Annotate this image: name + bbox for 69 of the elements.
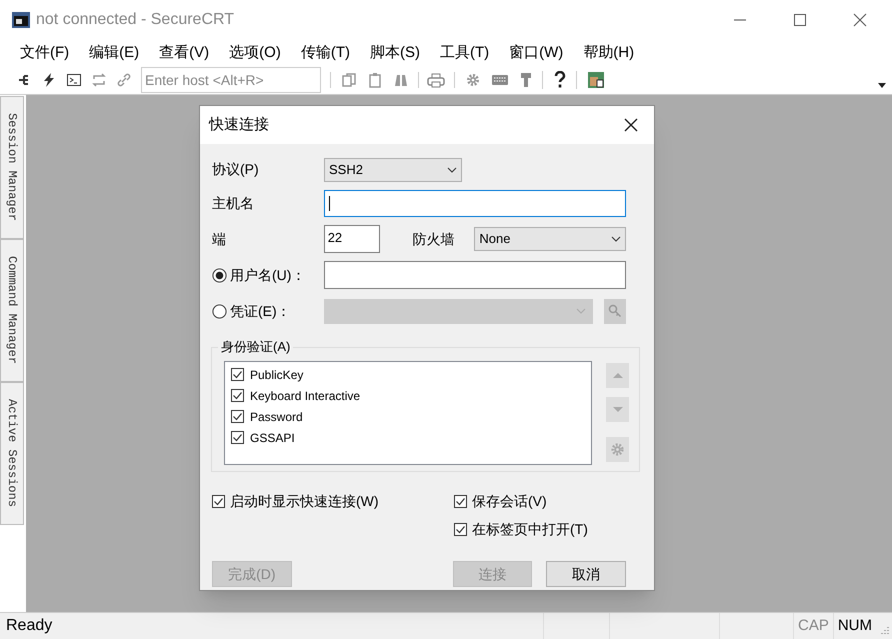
link-icon[interactable]	[116, 72, 132, 88]
chevron-down-icon	[576, 308, 586, 314]
list-item-label: Keyboard Interactive	[250, 388, 360, 404]
status-indicator: CAP	[792, 613, 833, 639]
maximize-icon[interactable]	[792, 12, 808, 28]
dialog-title: 快速连接	[209, 114, 269, 135]
side-tab[interactable]: Session Manager	[0, 96, 24, 239]
checked-checkbox[interactable]	[231, 431, 244, 444]
close-icon[interactable]	[852, 12, 868, 28]
checkbox-label: 启动时显示快速连接(W)	[230, 492, 379, 511]
menu-item[interactable]: 文件(F)	[20, 42, 70, 64]
checked-checkbox[interactable]	[454, 495, 467, 508]
radio-label: 凭证(E)：	[230, 302, 292, 321]
help-icon[interactable]	[553, 71, 567, 89]
checked-checkbox[interactable]	[231, 389, 244, 402]
firewall-dropdown[interactable]: None	[474, 227, 626, 251]
dropdown-caret-icon[interactable]	[878, 82, 886, 88]
list-item-label: GSSAPI	[250, 430, 295, 446]
checked-checkbox[interactable]	[454, 523, 467, 536]
hostname-label: 主机名	[212, 194, 255, 213]
copy-icon[interactable]	[341, 72, 357, 88]
gear-icon[interactable]	[465, 72, 481, 88]
hostname-field[interactable]	[324, 190, 626, 217]
menu-item[interactable]: 脚本(S)	[370, 42, 420, 64]
firewall-label: 防火墙	[412, 230, 456, 248]
host-field[interactable]: Enter host <Alt+R>	[141, 67, 321, 93]
menu-item[interactable]: 工具(T)	[440, 42, 490, 64]
radio-label: 用户名(U)：	[230, 266, 306, 285]
checked-checkbox[interactable]	[231, 368, 244, 381]
chevron-down-icon	[611, 236, 621, 242]
side-tab[interactable]: Command Manager	[0, 239, 24, 382]
terminal-icon[interactable]	[66, 72, 82, 88]
chevron-down-icon	[447, 166, 457, 172]
menu-item[interactable]: 查看(V)	[159, 42, 210, 64]
resize-grip-icon[interactable]	[878, 625, 890, 637]
close-icon[interactable]	[624, 118, 638, 132]
port-label: 端	[212, 230, 227, 248]
keyboard-icon[interactable]	[491, 73, 509, 87]
menu-item[interactable]: 窗口(W)	[509, 42, 564, 64]
selected-radio-button[interactable]	[212, 268, 227, 282]
port-field[interactable]: 22	[324, 225, 380, 253]
protocol-dropdown[interactable]: SSH2	[324, 158, 462, 182]
gear-icon	[610, 442, 625, 457]
username-field[interactable]	[324, 261, 626, 289]
menu-item[interactable]: 帮助(H)	[583, 42, 634, 64]
printer-icon[interactable]	[427, 72, 445, 88]
triangle-down-icon	[612, 407, 622, 412]
checked-checkbox[interactable]	[231, 410, 244, 423]
app-icon	[11, 10, 31, 30]
status-indicator: NUM	[832, 613, 876, 639]
list-item-label: PublicKey	[250, 366, 304, 384]
status-text: Ready	[5, 616, 54, 636]
repeat-icon[interactable]	[91, 72, 107, 88]
checked-checkbox[interactable]	[212, 495, 225, 508]
dialog-button[interactable]: 取消	[546, 561, 626, 587]
group-label: 身份验证(A)	[218, 338, 294, 356]
window-title: not connected - SecureCRT	[36, 10, 234, 30]
menu-item[interactable]: 传输(T)	[300, 42, 350, 64]
side-tab[interactable]: Active Sessions	[0, 382, 24, 525]
checkbox-label: 在标签页中打开(T)	[472, 520, 588, 539]
checkbox-label: 保存会话(V)	[472, 492, 547, 511]
list-item-label: Password	[250, 408, 303, 426]
lightning-icon[interactable]	[41, 72, 57, 88]
menu-item[interactable]: 编辑(E)	[89, 42, 140, 64]
menu-item[interactable]: 选项(O)	[229, 42, 281, 64]
clipboard-icon[interactable]	[367, 72, 383, 88]
protocol-label: 协议(P)	[212, 160, 260, 179]
session-icon[interactable]	[587, 71, 605, 89]
triangle-up-icon	[612, 373, 622, 378]
